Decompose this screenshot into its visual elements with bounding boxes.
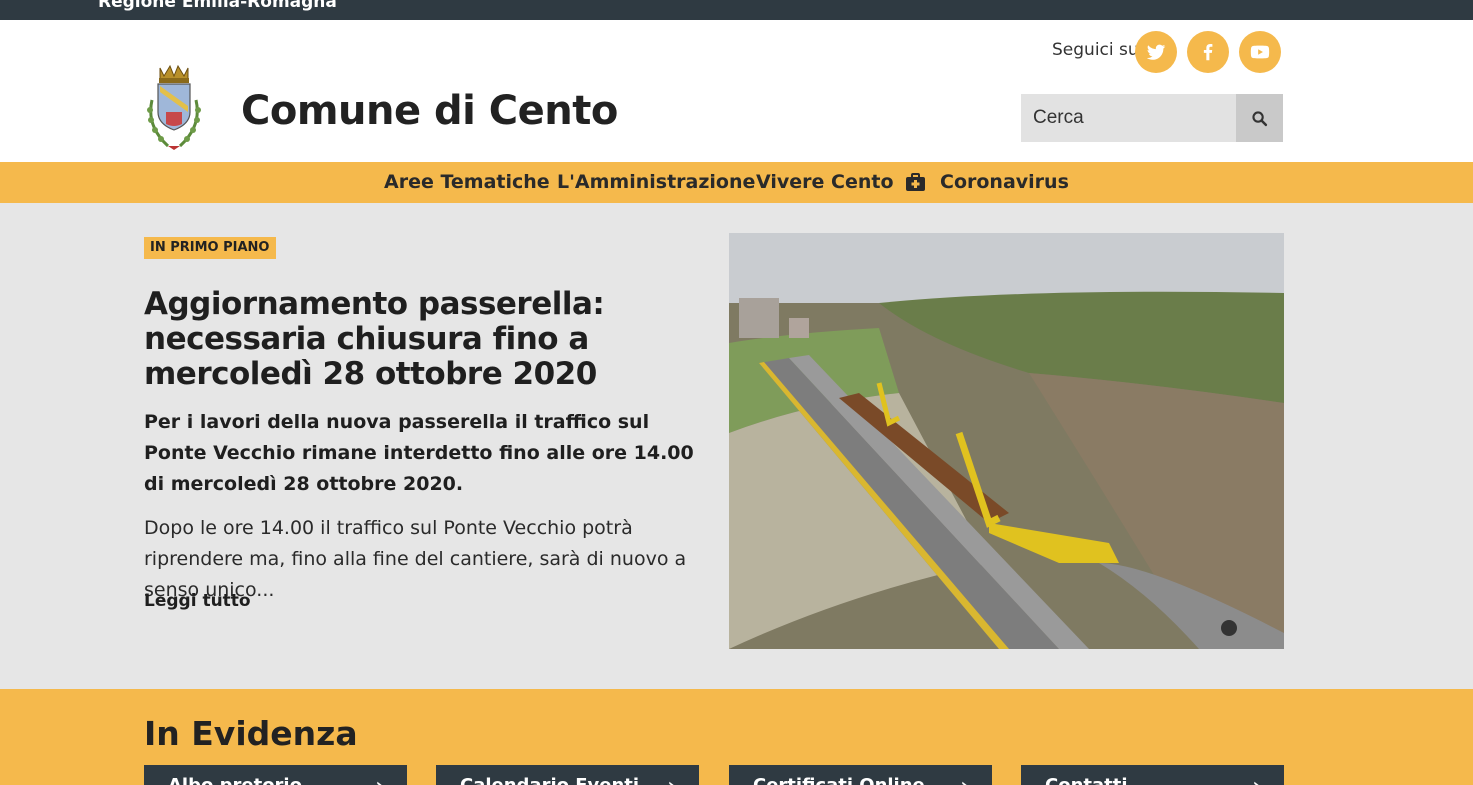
site-title[interactable]: Comune di Cento xyxy=(241,88,618,134)
card-label: Contatti xyxy=(1045,775,1128,785)
facebook-icon xyxy=(1203,44,1213,61)
youtube-icon xyxy=(1250,45,1270,59)
main-nav: Aree Tematiche L'Amministrazione Vivere … xyxy=(0,162,1473,203)
follow-label: Seguici su xyxy=(1052,40,1139,60)
facebook-button[interactable] xyxy=(1187,31,1229,73)
search-button[interactable] xyxy=(1236,94,1283,142)
bridge-construction-photo[interactable] xyxy=(729,233,1284,649)
twitter-icon xyxy=(1146,44,1166,60)
search-input[interactable] xyxy=(1021,94,1236,142)
nav-item-aree-tematiche[interactable]: Aree Tematiche xyxy=(384,171,550,193)
youtube-button[interactable] xyxy=(1239,31,1281,73)
search-icon xyxy=(1252,110,1268,126)
site-header: Comune di Cento Seguici su xyxy=(0,20,1473,162)
featured-badge: IN PRIMO PIANO xyxy=(144,237,276,259)
section-title: In Evidenza xyxy=(144,714,358,753)
twitter-button[interactable] xyxy=(1135,31,1177,73)
arrow-right-icon: › xyxy=(376,775,383,785)
news-lead: Per i lavori della nuova passerella il t… xyxy=(144,411,694,495)
first-aid-kit-icon xyxy=(906,173,925,191)
evidenza-card-contatti[interactable]: Contatti › xyxy=(1021,765,1284,785)
featured-news: IN PRIMO PIANO Aggiornamento passerella:… xyxy=(0,203,1473,689)
region-topbar: Regione Emilia-Romagna xyxy=(0,0,1473,20)
arrow-right-icon: › xyxy=(1253,775,1260,785)
card-label: Certificati Online xyxy=(753,775,925,785)
news-title[interactable]: Aggiornamento passerella: necessaria chi… xyxy=(144,287,714,392)
arrow-right-icon: › xyxy=(668,775,675,785)
coat-of-arms-logo[interactable] xyxy=(142,60,206,152)
evidenza-card-calendario-eventi[interactable]: Calendario Eventi › xyxy=(436,765,699,785)
nav-item-coronavirus[interactable]: Coronavirus xyxy=(940,171,1069,193)
card-label: Calendario Eventi xyxy=(460,775,639,785)
nav-item-vivere-cento[interactable]: Vivere Cento xyxy=(756,171,894,193)
read-more-link[interactable]: Leggi tutto xyxy=(144,591,251,611)
region-link[interactable]: Regione Emilia-Romagna xyxy=(98,0,337,12)
evidenza-card-albo-pretorio[interactable]: Albo pretorio › xyxy=(144,765,407,785)
in-evidenza-section: In Evidenza Albo pretorio › Calendario Ev… xyxy=(0,689,1473,785)
arrow-right-icon: › xyxy=(961,775,968,785)
nav-item-amministrazione[interactable]: L'Amministrazione xyxy=(557,171,755,193)
evidenza-card-certificati-online[interactable]: Certificati Online › xyxy=(729,765,992,785)
card-label: Albo pretorio xyxy=(168,775,302,785)
